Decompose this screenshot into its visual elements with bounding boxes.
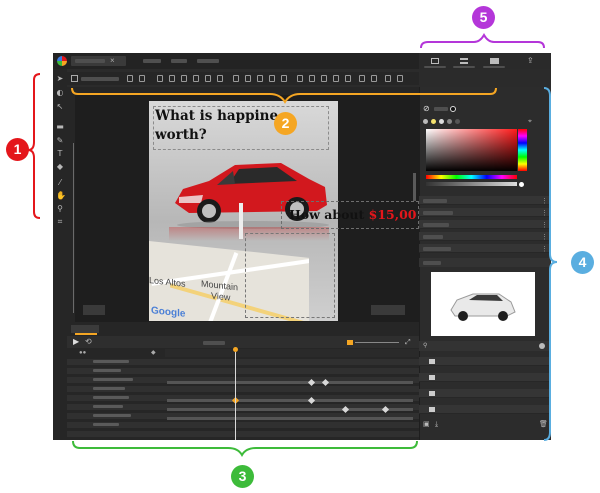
callout-3: 3	[231, 465, 254, 488]
callout-1: 1	[6, 138, 29, 161]
callout-4: 4	[571, 251, 594, 274]
annotation-layer	[27, 32, 558, 458]
callout-2: 2	[274, 112, 297, 135]
callout-5: 5	[472, 6, 495, 29]
